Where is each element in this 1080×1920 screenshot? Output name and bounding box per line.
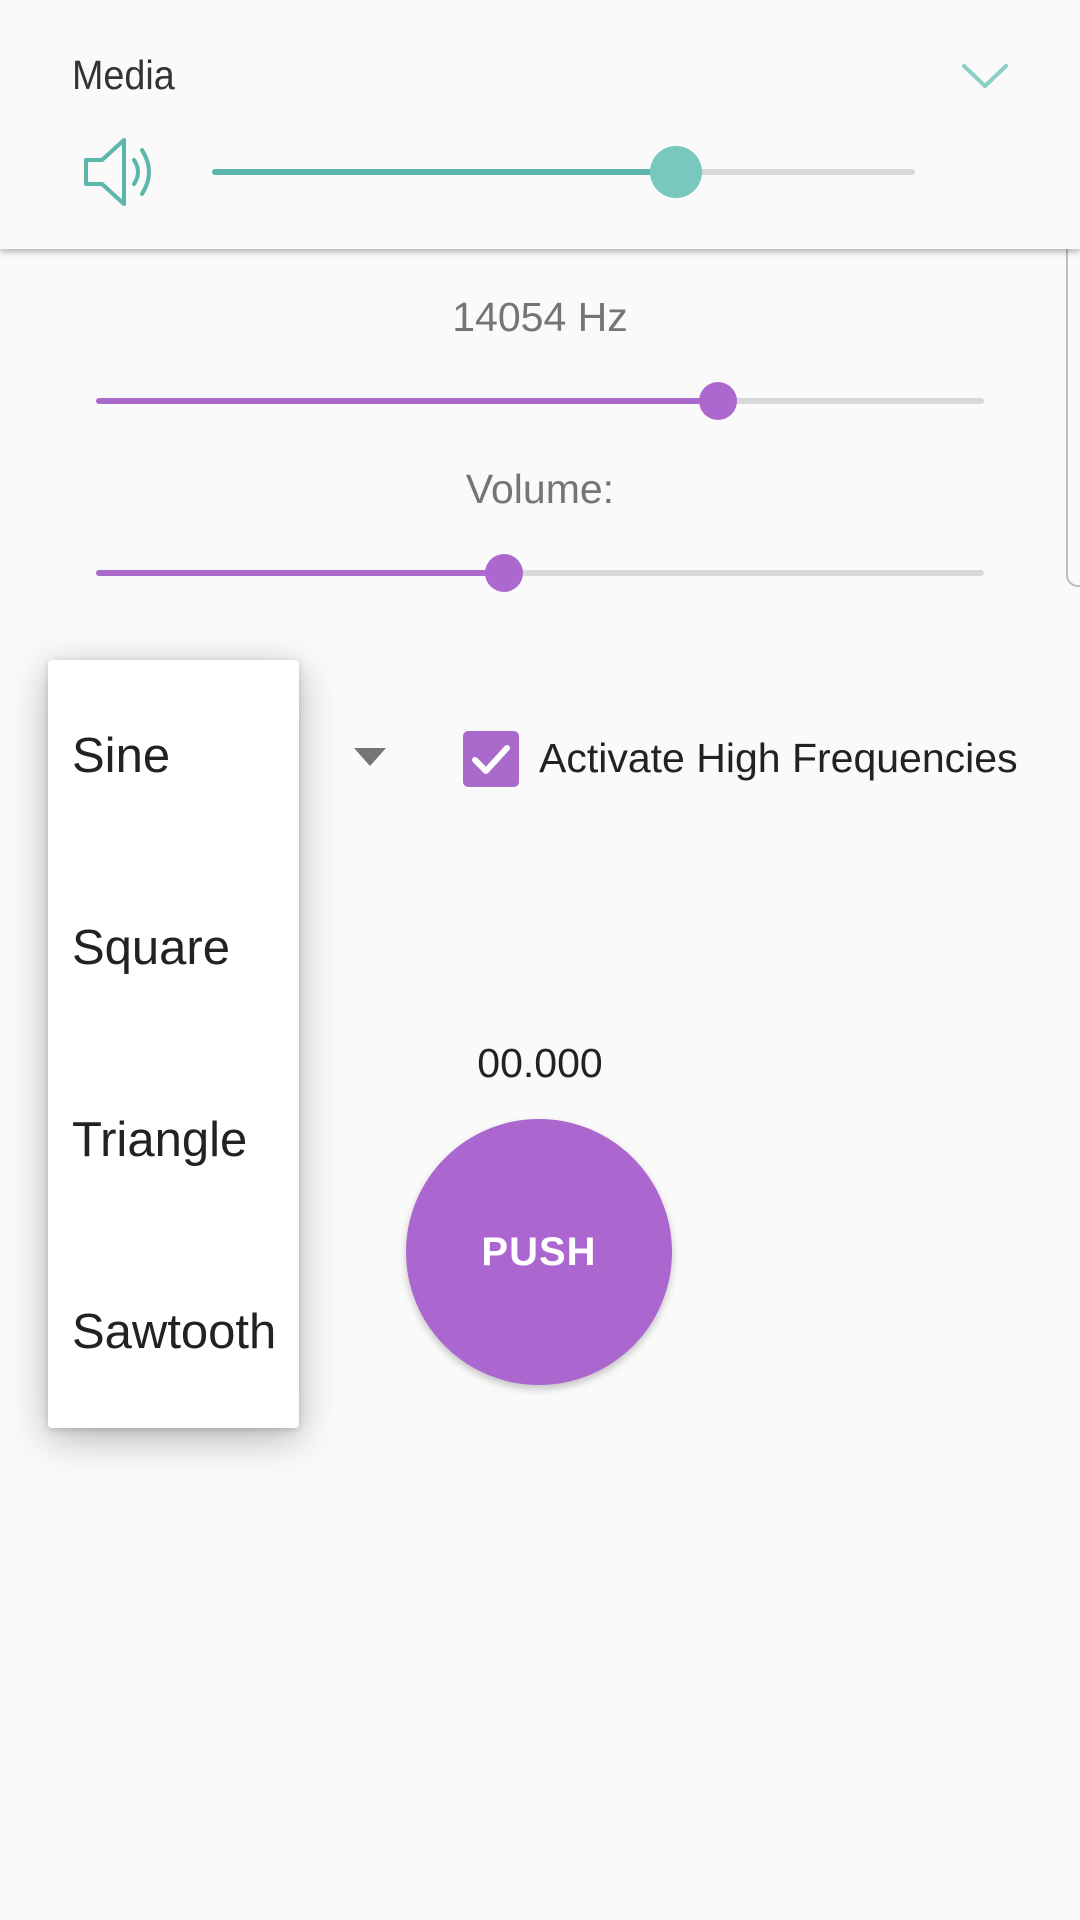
volume-slider[interactable]	[96, 570, 984, 576]
waveform-option-sawtooth[interactable]: Sawtooth	[48, 1236, 299, 1428]
volume-label: Volume:	[465, 466, 615, 512]
media-volume-fill	[212, 169, 676, 175]
waveform-option-triangle[interactable]: Triangle	[48, 1044, 299, 1236]
high-frequencies-label[interactable]: Activate High Frequencies	[539, 735, 1018, 782]
waveform-option-square[interactable]: Square	[48, 852, 299, 1044]
frequency-label: 14054 Hz	[452, 294, 628, 340]
volume-slider-fill	[96, 570, 505, 576]
media-volume-panel: Media	[0, 0, 1080, 249]
waveform-option-sine[interactable]: Sine	[48, 660, 299, 852]
media-title: Media	[72, 52, 175, 98]
checkmark-icon	[472, 745, 510, 774]
high-frequencies-checkbox[interactable]	[463, 731, 519, 787]
screen: Media 14054 Hz Volume: Activate High Fre…	[0, 0, 1080, 1920]
frequency-slider-fill	[96, 398, 718, 404]
volume-slider-thumb[interactable]	[485, 554, 524, 592]
speaker-icon[interactable]	[82, 134, 158, 210]
chevron-down-icon[interactable]	[960, 56, 1010, 96]
dropdown-arrow-icon[interactable]	[354, 748, 386, 766]
media-volume-slider[interactable]	[212, 169, 915, 175]
waveform-dropdown-menu: Sine Square Triangle Sawtooth	[48, 660, 299, 1428]
push-button[interactable]: PUSH	[406, 1119, 672, 1385]
media-volume-thumb[interactable]	[649, 146, 702, 198]
frequency-slider-thumb[interactable]	[698, 382, 737, 420]
frequency-slider[interactable]	[96, 398, 984, 404]
